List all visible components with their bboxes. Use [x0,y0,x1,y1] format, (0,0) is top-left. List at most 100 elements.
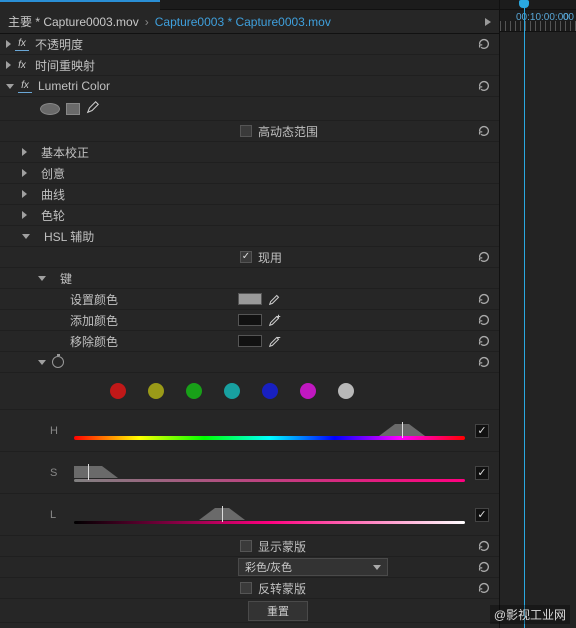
section-basic-label: 基本校正 [41,144,89,161]
reset-icon[interactable] [477,124,491,138]
fx-badge-icon[interactable]: fx [15,38,29,51]
hsl-mask-mode-value: 彩色/灰色 [245,559,292,575]
color-swatch[interactable] [238,293,262,305]
hsl-l-slider[interactable]: L [0,494,499,536]
reset-icon[interactable] [477,313,491,327]
hsl-s-slider[interactable]: S [0,452,499,494]
hsl-set-color-row: 设置颜色 [0,289,499,310]
fx-badge-icon[interactable]: fx [15,60,29,71]
reset-icon[interactable] [477,355,491,369]
twirl-icon[interactable] [38,360,46,365]
mask-pen-icon[interactable] [86,100,100,117]
twirl-icon[interactable] [6,40,11,48]
reset-icon[interactable] [477,250,491,264]
hsl-reset-row: 重置 [0,599,499,623]
twirl-icon[interactable] [38,276,46,281]
hsl-refine-row[interactable] [0,352,499,373]
preset-red[interactable] [110,383,126,399]
reset-icon[interactable] [477,560,491,574]
hsl-enable-checkbox[interactable] [240,251,252,263]
hsl-show-mask-checkbox[interactable] [240,540,252,552]
hsl-h-label: H [50,425,64,437]
hsl-h-track[interactable] [74,420,465,442]
preset-magenta[interactable] [300,383,316,399]
eyedropper-plus-icon[interactable] [268,313,282,327]
hdr-row: 高动态范围 [0,121,499,142]
section-curves-label: 曲线 [41,186,65,203]
play-icon[interactable] [485,18,491,26]
hdr-checkbox[interactable] [240,125,252,137]
section-wheels[interactable]: 色轮 [0,205,499,226]
preset-cyan[interactable] [224,383,240,399]
timeline-ruler[interactable]: 00:10:00:00 00 [500,10,576,32]
hsl-set-color-label: 设置颜色 [70,291,118,308]
hsl-invert-mask-checkbox[interactable] [240,582,252,594]
crumb-master[interactable]: 主要 * Capture0003.mov [8,13,139,30]
reset-icon[interactable] [477,539,491,553]
mask-rect-icon[interactable] [66,103,80,115]
effect-lumetri-label: Lumetri Color [38,79,110,93]
timeline-tabbar [500,0,576,10]
hsl-mask-mode-row: 彩色/灰色 [0,557,499,578]
reset-icon[interactable] [477,37,491,51]
section-hsl[interactable]: HSL 辅助 [0,226,499,247]
twirl-icon[interactable] [22,234,30,239]
hsl-remove-color-row: 移除颜色 [0,331,499,352]
hsl-h-slider[interactable]: H [0,410,499,452]
hsl-key-row[interactable]: 键 [0,268,499,289]
reset-icon[interactable] [477,292,491,306]
panel-tabbar [0,0,499,10]
twirl-icon[interactable] [22,190,27,198]
preset-yellow[interactable] [148,383,164,399]
hsl-add-color-label: 添加颜色 [70,312,118,329]
fx-badge-icon[interactable]: fx [18,80,32,93]
twirl-icon[interactable] [22,148,27,156]
effect-lumetri[interactable]: fx Lumetri Color [0,76,499,97]
hsl-enable-label: 现用 [258,249,282,266]
hsl-mask-mode-dropdown[interactable]: 彩色/灰色 [238,558,388,576]
effect-opacity[interactable]: fx 不透明度 [0,34,499,55]
reset-icon[interactable] [477,79,491,93]
color-swatch[interactable] [238,335,262,347]
twirl-icon[interactable] [22,211,27,219]
hsl-s-label: S [50,467,64,479]
reset-icon[interactable] [477,334,491,348]
hsl-enable-row: 现用 [0,247,499,268]
hsl-reset-button[interactable]: 重置 [248,601,308,621]
color-swatch[interactable] [238,314,262,326]
mask-tool-row [0,97,499,121]
clip-breadcrumb: 主要 * Capture0003.mov › Capture0003 * Cap… [0,10,499,34]
hsl-l-enable-checkbox[interactable] [475,508,489,522]
eyedropper-icon[interactable] [268,292,282,306]
preset-green[interactable] [186,383,202,399]
hsl-invert-mask-label: 反转蒙版 [258,580,306,597]
playhead-handle-icon[interactable] [519,0,529,8]
twirl-icon[interactable] [6,61,11,69]
crumb-instance[interactable]: Capture0003 * Capture0003.mov [155,15,331,29]
tab-active[interactable] [0,0,160,10]
hsl-show-mask-label: 显示蒙版 [258,538,306,555]
eyedropper-minus-icon[interactable] [268,334,282,348]
preset-blue[interactable] [262,383,278,399]
section-curves[interactable]: 曲线 [0,184,499,205]
hsl-preset-colors [0,373,499,410]
preset-grey[interactable] [338,383,354,399]
twirl-icon[interactable] [6,84,14,89]
effect-time-remap[interactable]: fx 时间重映射 [0,55,499,76]
section-creative[interactable]: 创意 [0,163,499,184]
playhead[interactable] [524,0,525,628]
hsl-s-track[interactable] [74,462,465,484]
section-wheels-label: 色轮 [41,207,65,224]
mask-ellipse-icon[interactable] [40,103,60,115]
twirl-icon[interactable] [22,169,27,177]
hsl-l-track[interactable] [74,504,465,526]
hsl-s-enable-checkbox[interactable] [475,466,489,480]
reset-icon[interactable] [477,581,491,595]
hsl-h-enable-checkbox[interactable] [475,424,489,438]
ruler-ticks [500,21,576,31]
effect-opacity-label: 不透明度 [35,36,83,53]
hsl-key-label: 键 [60,270,72,287]
section-creative-label: 创意 [41,165,65,182]
stopwatch-icon[interactable] [52,356,64,368]
section-basic[interactable]: 基本校正 [0,142,499,163]
